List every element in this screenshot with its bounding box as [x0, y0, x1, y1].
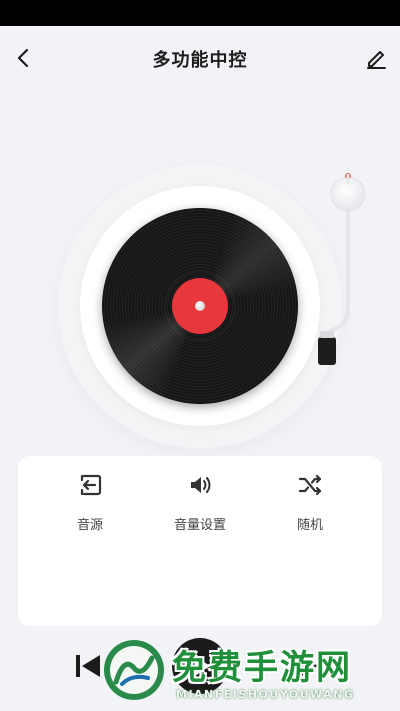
next-track-button[interactable] [296, 650, 328, 682]
pencil-icon [367, 51, 386, 69]
record-spindle [195, 301, 205, 311]
volume-settings-button[interactable]: 音量设置 [150, 470, 250, 540]
skip-previous-icon [76, 655, 100, 677]
tonearm-icon[interactable] [310, 160, 380, 380]
volume-settings-label: 音量设置 [173, 518, 226, 533]
shuffle-label: 随机 [296, 518, 323, 533]
page-title: 多功能中控 [152, 50, 248, 71]
audio-source-label: 音源 [76, 518, 103, 533]
speaker-volume-icon [191, 477, 211, 493]
status-bar [0, 0, 400, 26]
turntable [0, 140, 400, 449]
play-pause-icon [195, 656, 210, 676]
playback-controls [0, 636, 400, 711]
skip-next-icon [300, 655, 324, 677]
shuffle-button[interactable]: 随机 [260, 470, 360, 540]
record-label [172, 278, 228, 334]
edit-button[interactable] [362, 44, 390, 72]
shuffle-icon [298, 474, 322, 496]
app-header: 多功能中控 [0, 26, 400, 90]
audio-source-button[interactable]: 音源 [40, 470, 140, 540]
vinyl-record[interactable] [102, 208, 298, 404]
play-pause-button[interactable] [172, 638, 228, 694]
function-panel: 音源 音量设置 随机 [18, 456, 382, 626]
input-source-icon [80, 474, 102, 496]
previous-track-button[interactable] [72, 650, 104, 682]
